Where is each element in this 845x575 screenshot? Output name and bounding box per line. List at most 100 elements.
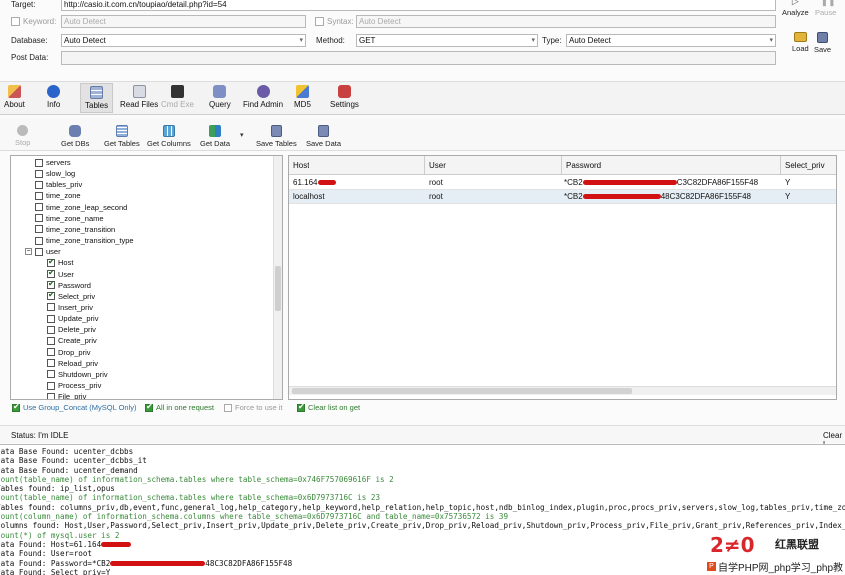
database-icon <box>69 125 82 137</box>
tree-checkbox[interactable] <box>47 359 55 368</box>
post-data-input[interactable] <box>61 51 776 65</box>
tree-item[interactable]: time_zone_transition <box>35 224 115 235</box>
grid-horizontal-scrollbar[interactable] <box>289 386 836 395</box>
get-data-button[interactable]: Get Data <box>200 125 230 148</box>
tree-item[interactable]: − user <box>25 246 61 257</box>
tree-checkbox[interactable] <box>47 290 55 301</box>
column-header-user[interactable]: User <box>426 159 446 173</box>
tree-item[interactable]: time_zone_transition_type <box>35 235 134 246</box>
schema-tree[interactable]: servers slow_log tables_priv time_zone time_… <box>10 155 283 400</box>
tree-checkbox[interactable] <box>47 348 55 357</box>
floppy-icon <box>817 32 829 43</box>
tree-checkbox[interactable] <box>35 169 43 178</box>
pause-button[interactable]: ❚❚ Pause <box>815 0 836 17</box>
type-select[interactable]: Auto Detect <box>566 34 776 47</box>
analyze-button[interactable]: ▷ Analyze <box>782 0 809 17</box>
site-watermark: 2≠0 红黑联盟 P 自学PHP网_php学习_php教 <box>705 530 845 575</box>
tree-checkbox[interactable] <box>35 236 43 245</box>
tab-info[interactable]: Info <box>47 85 60 109</box>
tree-item[interactable]: Process_priv <box>47 380 101 391</box>
tree-checkbox[interactable] <box>47 257 55 267</box>
tree-item[interactable]: slow_log <box>35 168 75 179</box>
tree-item[interactable]: Delete_priv <box>47 324 96 335</box>
stop-button[interactable]: Stop <box>15 125 30 147</box>
load-button[interactable]: Load <box>792 32 809 53</box>
checkbox-checked-icon[interactable] <box>12 402 20 412</box>
tab-about[interactable]: About <box>4 85 25 109</box>
tree-item[interactable]: Update_priv <box>47 313 98 324</box>
tree-item[interactable]: Host <box>47 257 73 268</box>
tree-item[interactable]: Insert_priv <box>47 302 93 313</box>
checkbox-checked-icon[interactable] <box>145 402 153 412</box>
tree-checkbox[interactable] <box>35 214 43 223</box>
checkbox-empty-icon[interactable] <box>224 403 232 412</box>
tab-tables[interactable]: Tables <box>80 83 114 113</box>
tree-item[interactable]: time_zone_name <box>35 213 104 224</box>
tree-item[interactable]: Select_priv <box>47 290 95 302</box>
column-header-host[interactable]: Host <box>290 159 309 173</box>
tab-query[interactable]: Query <box>209 85 231 109</box>
collapse-icon[interactable]: − <box>25 248 32 256</box>
tree-checkbox[interactable] <box>47 370 55 379</box>
tree-checkbox[interactable] <box>47 303 55 312</box>
tree-checkbox[interactable] <box>47 314 55 323</box>
tab-settings[interactable]: Settings <box>330 85 359 109</box>
column-header-password[interactable]: Password <box>563 159 601 173</box>
tree-item[interactable]: Create_priv <box>47 335 97 346</box>
column-header-select-priv[interactable]: Select_priv <box>782 159 825 173</box>
keyword-input[interactable]: Auto Detect <box>61 15 306 28</box>
database-select[interactable]: Auto Detect <box>61 34 306 47</box>
keyword-checkbox[interactable] <box>11 17 20 26</box>
tree-checkbox[interactable] <box>35 158 43 167</box>
checkbox-checked-icon[interactable] <box>297 402 305 412</box>
grid-cell-select-priv: Y <box>785 192 791 201</box>
tree-item[interactable]: File_priv <box>47 391 86 399</box>
group-concat-option[interactable]: Use Group_Concat (MySQL Only) <box>12 402 137 412</box>
tab-find-admin[interactable]: Find Admin <box>243 85 283 109</box>
save-data-button[interactable]: Save Data <box>306 125 341 148</box>
grid-row[interactable]: 61.164 root *CB2 C3C82DFA86F155F48 Y <box>289 176 836 190</box>
tree-checkbox[interactable] <box>47 268 55 278</box>
tree-checkbox[interactable] <box>35 203 43 212</box>
tree-checkbox[interactable] <box>35 225 43 234</box>
tree-scrollbar[interactable] <box>273 156 282 399</box>
tree-checkbox[interactable] <box>47 336 55 345</box>
save-tables-button[interactable]: Save Tables <box>256 125 297 148</box>
tab-read-files[interactable]: Read Files <box>120 85 158 109</box>
tree-checkbox[interactable] <box>47 392 55 399</box>
all-in-one-option[interactable]: All in one request <box>145 402 214 412</box>
clear-list-option[interactable]: Clear list on get <box>297 402 360 412</box>
tree-item[interactable]: User <box>47 268 74 280</box>
tree-item[interactable]: servers <box>35 157 71 168</box>
tree-item[interactable]: time_zone_leap_second <box>35 202 127 213</box>
get-dbs-button[interactable]: Get DBs <box>61 125 89 148</box>
tree-checkbox[interactable] <box>35 191 43 200</box>
grid-row[interactable]: localhost root *CB2 48C3C82DFA86F155F48 Y <box>289 190 836 204</box>
save-button[interactable]: Save <box>814 32 831 54</box>
syntax-checkbox[interactable] <box>315 17 324 26</box>
tree-checkbox[interactable] <box>47 325 55 334</box>
tree-item[interactable]: tables_priv <box>35 179 82 190</box>
tree-checkbox[interactable] <box>47 381 55 390</box>
get-data-dropdown-icon[interactable]: ▾ <box>240 131 244 139</box>
get-columns-button[interactable]: Get Columns <box>147 125 191 148</box>
target-url-input[interactable]: http://casio.it.com.cn/toupiao/detail.ph… <box>61 0 776 11</box>
grid-scrollbar-thumb[interactable] <box>292 388 632 394</box>
tree-item[interactable]: Drop_priv <box>47 347 91 358</box>
method-select[interactable]: GET <box>356 34 538 47</box>
tree-checkbox[interactable] <box>35 180 43 189</box>
tree-checkbox[interactable] <box>47 279 55 290</box>
log-line-text: Data Found: User=root <box>0 549 93 559</box>
tree-item[interactable]: time_zone <box>35 190 81 201</box>
tab-md5[interactable]: MD5 <box>294 85 311 109</box>
tree-item[interactable]: Shutdown_priv <box>47 369 108 380</box>
tab-cmd-exe[interactable]: Cmd Exe <box>161 85 194 109</box>
tree-scrollbar-thumb[interactable] <box>275 266 281 311</box>
tree-checkbox[interactable] <box>35 247 43 256</box>
data-grid[interactable]: Host User Password Select_priv 61.164 ro… <box>288 155 837 400</box>
tree-item[interactable]: Reload_priv <box>47 358 98 369</box>
force-option[interactable]: Force to use it <box>224 403 283 412</box>
get-tables-button[interactable]: Get Tables <box>104 125 140 148</box>
syntax-input[interactable]: Auto Detect <box>356 15 776 28</box>
tree-item[interactable]: Password <box>47 279 91 291</box>
